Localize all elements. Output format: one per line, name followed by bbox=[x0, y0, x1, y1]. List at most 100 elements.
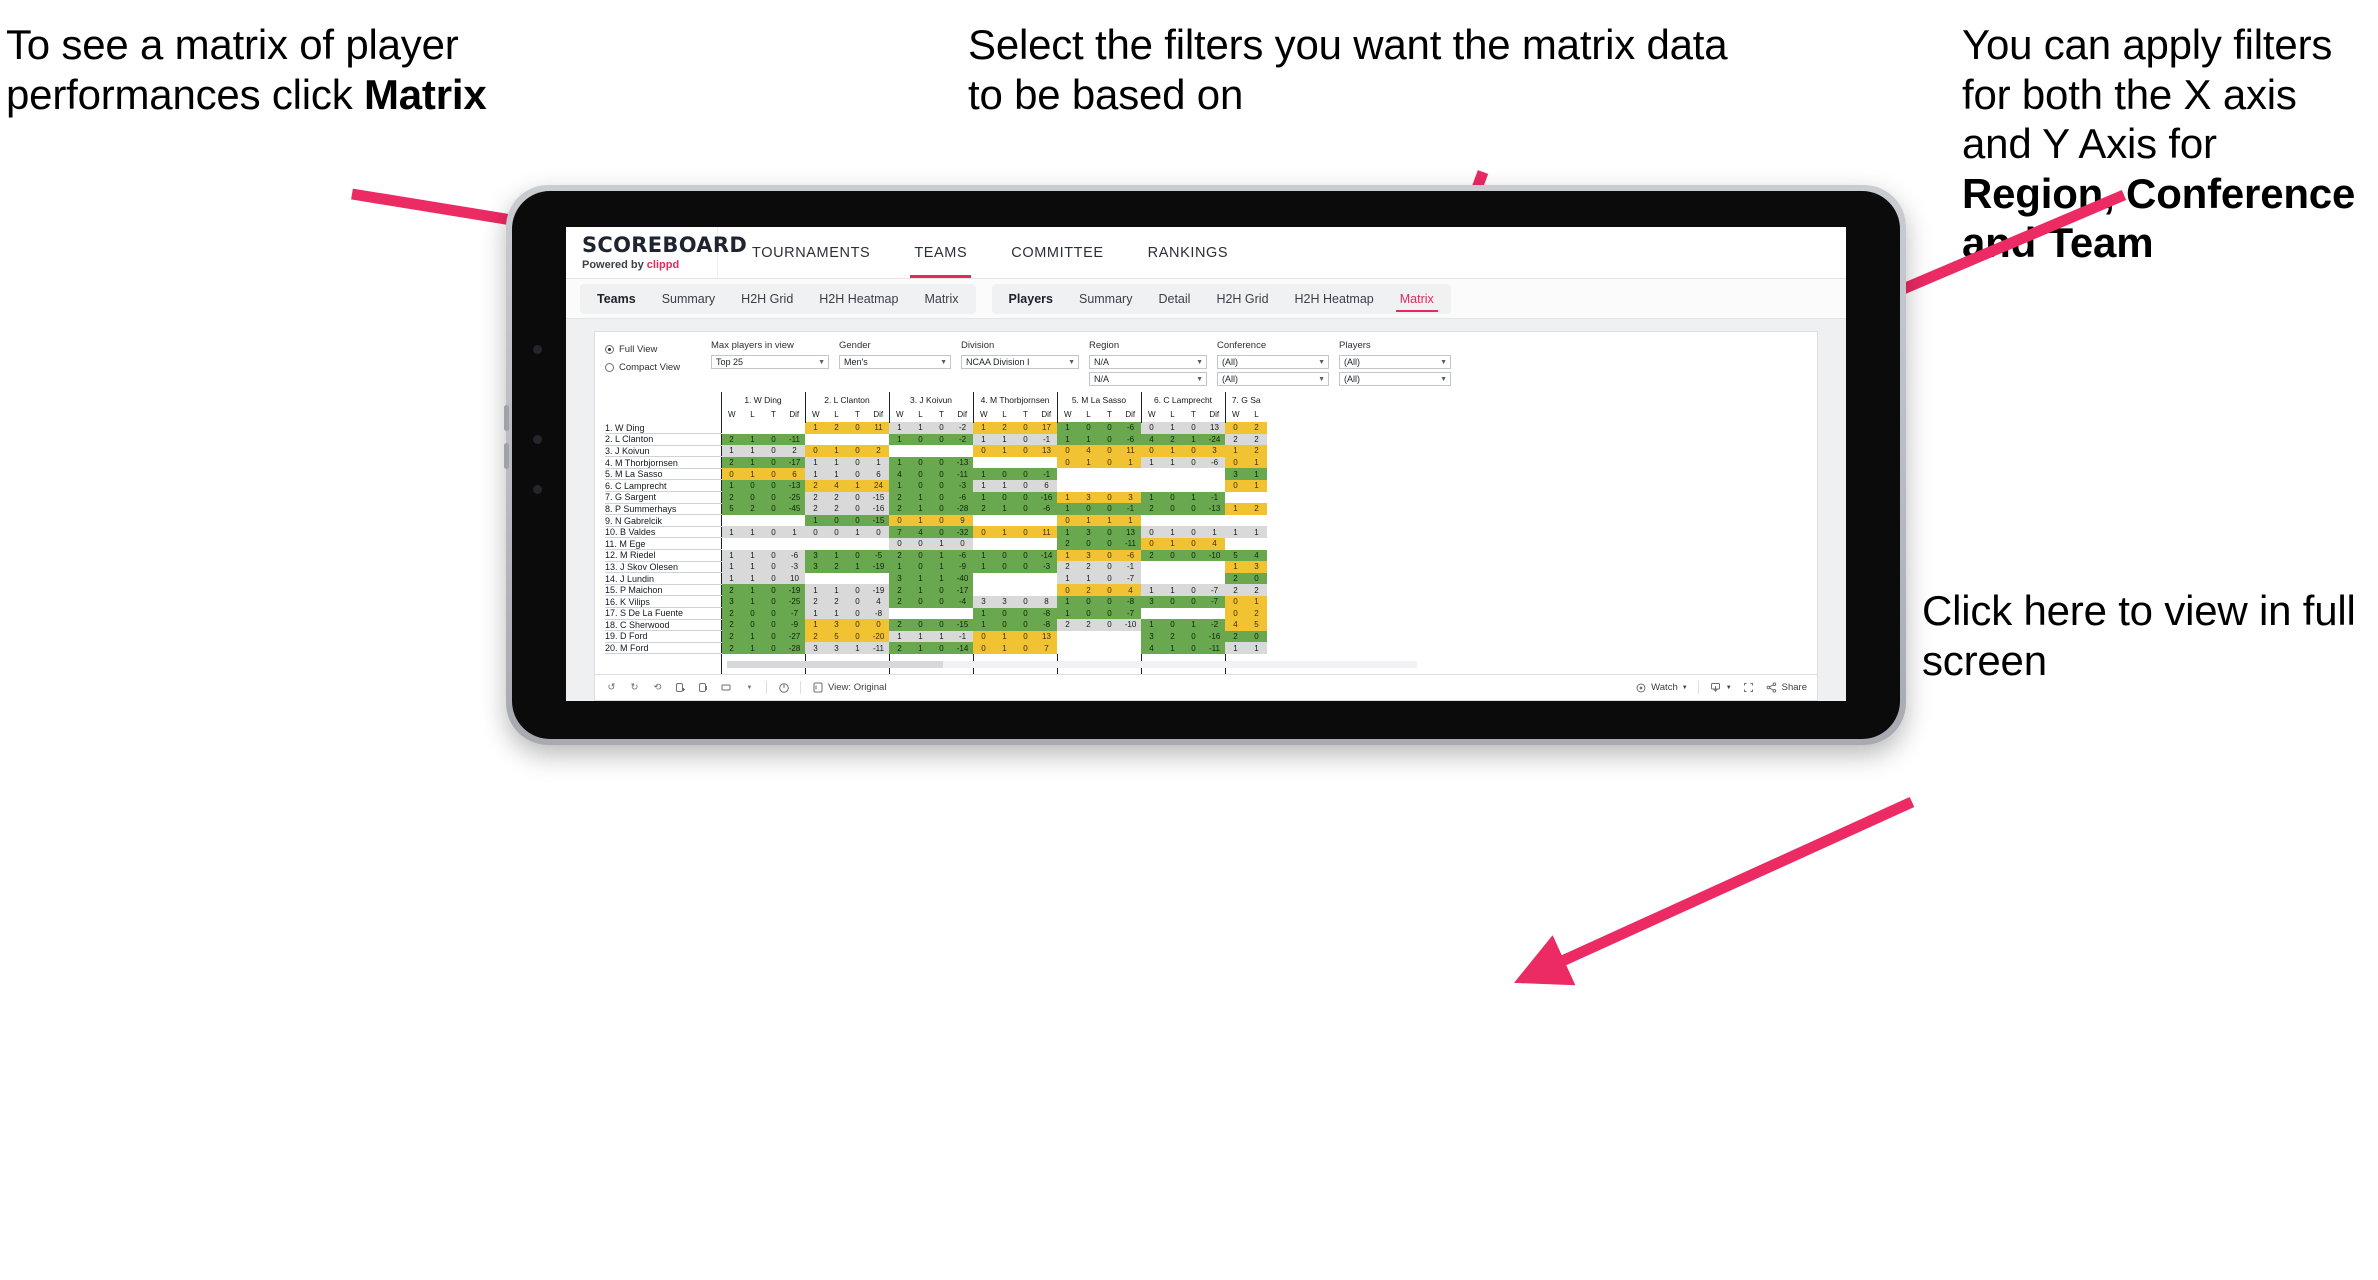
matrix-cell[interactable]: -4 bbox=[952, 595, 973, 608]
matrix-cell[interactable] bbox=[1140, 572, 1162, 585]
matrix-cell[interactable]: 2 bbox=[1246, 445, 1267, 457]
matrix-cell[interactable]: 0 bbox=[994, 549, 1015, 562]
matrix-cell[interactable]: 0 bbox=[1162, 619, 1183, 631]
matrix-cell[interactable] bbox=[972, 572, 994, 585]
matrix-cell[interactable]: 2 bbox=[720, 619, 742, 631]
matrix-cell[interactable]: 1 bbox=[1224, 445, 1246, 457]
matrix-cell[interactable] bbox=[1015, 456, 1036, 469]
matrix-cell[interactable]: 1 bbox=[742, 456, 763, 469]
matrix-cell[interactable]: -6 bbox=[952, 491, 973, 504]
matrix-cell[interactable] bbox=[1204, 607, 1225, 620]
pause-updates-icon[interactable] bbox=[674, 681, 687, 694]
matrix-cell[interactable]: 13 bbox=[1036, 630, 1057, 643]
matrix-cell[interactable] bbox=[742, 422, 763, 434]
matrix-cell[interactable]: 0 bbox=[1140, 537, 1162, 550]
matrix-cell[interactable]: 1 bbox=[720, 479, 742, 492]
matrix-cell[interactable]: 2 bbox=[888, 619, 910, 631]
matrix-cell[interactable]: 0 bbox=[931, 503, 952, 515]
matrix-cell[interactable]: 0 bbox=[763, 503, 784, 515]
matrix-cell[interactable]: 0 bbox=[1099, 607, 1120, 620]
matrix-cell[interactable]: 2 bbox=[804, 503, 826, 515]
matrix-cell[interactable]: 1 bbox=[972, 433, 994, 446]
matrix-cell[interactable]: 2 bbox=[804, 595, 826, 608]
matrix-cell[interactable]: 1 bbox=[720, 549, 742, 562]
matrix-cell[interactable]: 2 bbox=[720, 433, 742, 446]
matrix-cell[interactable]: 0 bbox=[1056, 445, 1078, 457]
matrix-cell[interactable]: 0 bbox=[1015, 595, 1036, 608]
matrix-cell[interactable]: 1 bbox=[742, 572, 763, 585]
matrix-cell[interactable]: 5 bbox=[1224, 549, 1246, 562]
matrix-cell[interactable]: 0 bbox=[847, 630, 868, 643]
matrix-cell[interactable]: 2 bbox=[826, 561, 847, 573]
matrix-cell[interactable]: 1 bbox=[720, 561, 742, 573]
matrix-cell[interactable]: 1 bbox=[804, 584, 826, 596]
matrix-cell[interactable]: 0 bbox=[1140, 445, 1162, 457]
matrix-cell[interactable] bbox=[910, 445, 931, 457]
chevron-down-icon[interactable]: ▼ bbox=[743, 681, 756, 694]
matrix-cell[interactable]: 4 bbox=[1246, 549, 1267, 562]
matrix-cell[interactable]: 1 bbox=[868, 456, 889, 469]
matrix-cell[interactable]: 1 bbox=[910, 584, 931, 596]
matrix-cell[interactable]: 1 bbox=[972, 422, 994, 434]
matrix-cell[interactable]: 1 bbox=[1183, 491, 1204, 504]
matrix-cell[interactable]: 0 bbox=[1183, 549, 1204, 562]
matrix-cell[interactable] bbox=[826, 433, 847, 446]
matrix-cell[interactable]: 2 bbox=[720, 607, 742, 620]
matrix-cell[interactable] bbox=[742, 537, 763, 550]
matrix-cell[interactable]: -16 bbox=[868, 503, 889, 515]
tab-teams-matrix[interactable]: Matrix bbox=[911, 284, 971, 314]
matrix-cell[interactable]: 0 bbox=[1078, 503, 1099, 515]
matrix-cell[interactable]: 2 bbox=[1246, 584, 1267, 596]
matrix-cell[interactable]: -11 bbox=[1120, 537, 1141, 550]
matrix-cell[interactable] bbox=[847, 433, 868, 446]
matrix-cell[interactable]: 1 bbox=[742, 433, 763, 446]
matrix-cell[interactable]: 0 bbox=[1099, 561, 1120, 573]
matrix-cell[interactable]: 1 bbox=[1183, 619, 1204, 631]
matrix-cell[interactable]: -28 bbox=[952, 503, 973, 515]
matrix-cell[interactable]: 0 bbox=[763, 468, 784, 480]
matrix-cell[interactable]: -13 bbox=[952, 456, 973, 469]
matrix-cell[interactable]: 1 bbox=[826, 549, 847, 562]
matrix-cell[interactable]: 0 bbox=[1078, 422, 1099, 434]
matrix-cell[interactable]: 1 bbox=[847, 561, 868, 573]
matrix-cell[interactable]: -25 bbox=[784, 491, 805, 504]
share-button[interactable]: Share bbox=[1765, 681, 1807, 694]
matrix-cell[interactable]: 1 bbox=[1056, 595, 1078, 608]
matrix-cell[interactable]: 1 bbox=[1099, 514, 1120, 527]
matrix-cell[interactable]: -1 bbox=[952, 630, 973, 643]
matrix-cell[interactable]: 1 bbox=[931, 549, 952, 562]
matrix-cell[interactable]: 2 bbox=[720, 630, 742, 643]
matrix-cell[interactable]: -13 bbox=[784, 479, 805, 492]
matrix-cell[interactable] bbox=[1140, 468, 1162, 480]
matrix-cell[interactable]: 0 bbox=[931, 456, 952, 469]
filter-region-select-y[interactable]: N/A ▼ bbox=[1089, 372, 1207, 386]
matrix-cell[interactable]: 1 bbox=[994, 445, 1015, 457]
matrix-cell[interactable]: 1 bbox=[720, 445, 742, 457]
matrix-cell[interactable] bbox=[1036, 456, 1057, 469]
matrix-cell[interactable]: 11 bbox=[1036, 526, 1057, 538]
matrix-cell[interactable]: 0 bbox=[1183, 537, 1204, 550]
matrix-cell[interactable] bbox=[784, 514, 805, 527]
matrix-cell[interactable]: 13 bbox=[1036, 445, 1057, 457]
view-original-button[interactable]: View: Original bbox=[811, 681, 886, 694]
matrix-cell[interactable]: 0 bbox=[1224, 479, 1246, 492]
matrix-cell[interactable]: 2 bbox=[888, 549, 910, 562]
matrix-cell[interactable]: 0 bbox=[1015, 619, 1036, 631]
matrix-cell[interactable]: 0 bbox=[910, 433, 931, 446]
matrix-cell[interactable]: 0 bbox=[1224, 422, 1246, 434]
matrix-cell[interactable] bbox=[847, 537, 868, 550]
matrix-cell[interactable]: 1 bbox=[1162, 584, 1183, 596]
matrix-cell[interactable]: 0 bbox=[1183, 642, 1204, 654]
matrix-cell[interactable]: 0 bbox=[1099, 456, 1120, 469]
matrix-cell[interactable] bbox=[1246, 514, 1267, 527]
matrix-cell[interactable] bbox=[888, 607, 910, 620]
matrix-cell[interactable]: 3 bbox=[1140, 630, 1162, 643]
matrix-cell[interactable]: 1 bbox=[1056, 549, 1078, 562]
matrix-cell[interactable]: 0 bbox=[952, 537, 973, 550]
matrix-cell[interactable] bbox=[1015, 514, 1036, 527]
matrix-cell[interactable]: 0 bbox=[888, 537, 910, 550]
matrix-cell[interactable]: 0 bbox=[1140, 526, 1162, 538]
matrix-cell[interactable]: 1 bbox=[1162, 456, 1183, 469]
matrix-cell[interactable]: 0 bbox=[763, 456, 784, 469]
matrix-cell[interactable] bbox=[1120, 642, 1141, 654]
